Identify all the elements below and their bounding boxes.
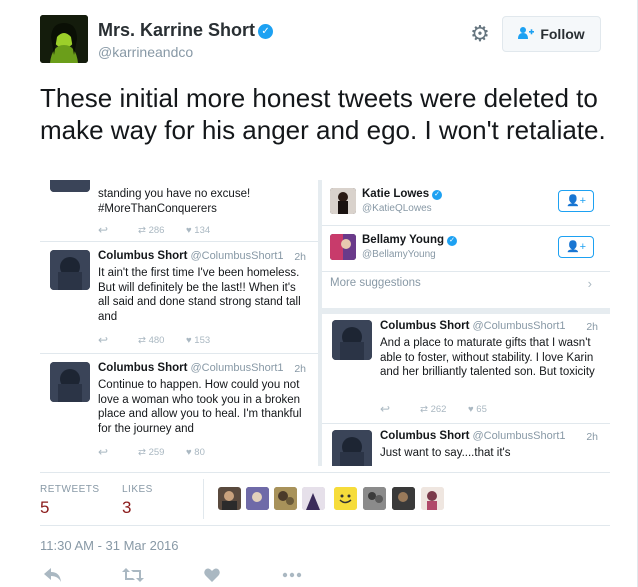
screenshot-tweet: Columbus Short @ColumbusShort1 2h And a p… <box>322 314 610 424</box>
verified-badge-icon: ✓ <box>432 190 443 200</box>
retweet-count: ⇄ 259 <box>138 446 165 458</box>
verified-badge-icon: ✓ <box>447 236 458 246</box>
retweet-count: ⇄ 286 <box>138 224 165 236</box>
suggestion-name: Katie Lowes ✓ <box>362 188 443 200</box>
author-name[interactable]: Mrs. Karrine Short ✓ <box>98 20 274 41</box>
suggestion-name: Bellamy Young ✓ <box>362 234 458 246</box>
chevron-right-icon: › <box>587 276 592 291</box>
retweet-icon[interactable] <box>122 568 144 587</box>
screenshot-tweet: standing you have no excuse! #MoreThanCo… <box>40 180 318 242</box>
suggestion-handle: @KatieQLowes <box>362 203 432 214</box>
divider <box>40 472 610 473</box>
liker-avatar[interactable] <box>218 487 241 510</box>
screenshot-avatar <box>332 320 372 360</box>
follow-button[interactable]: Follow <box>502 16 601 52</box>
reply-icon: ↩ <box>98 445 109 459</box>
liker-avatar[interactable] <box>334 487 357 510</box>
likes-label: LIKES <box>122 484 153 495</box>
follow-suggestion-icon: 👤+ <box>558 190 594 212</box>
more-icon[interactable] <box>282 568 302 587</box>
like-count: ♥ 153 <box>186 334 211 346</box>
screenshot-tweet-header: Columbus Short @ColumbusShort1 <box>98 362 284 374</box>
stats-separator <box>203 479 204 519</box>
like-icon[interactable] <box>204 568 220 587</box>
suggestion-item: Bellamy Young ✓ @BellamyYoung 👤+ <box>322 226 610 272</box>
screenshot-tweet-time: 2h <box>586 431 598 443</box>
screenshot-tweet: Columbus Short @ColumbusShort1 2h Continu… <box>40 354 318 466</box>
reply-icon[interactable] <box>44 568 62 587</box>
author-handle[interactable]: @karrineandco <box>98 44 193 60</box>
likes-stat[interactable]: LIKES 3 <box>122 484 153 518</box>
screenshot-avatar <box>50 180 90 192</box>
verified-badge-icon: ✓ <box>258 24 274 39</box>
screenshot-tweet-actions: ↩ ⇄ 262 ♥ 65 <box>380 402 580 416</box>
likes-count: 3 <box>122 498 132 517</box>
tweet-timestamp[interactable]: 11:30 AM - 31 Mar 2016 <box>40 538 179 553</box>
screenshot-avatar <box>50 362 90 402</box>
divider <box>40 525 610 526</box>
tweet-media-image[interactable]: standing you have no excuse! #MoreThanCo… <box>40 180 610 466</box>
liker-avatar[interactable] <box>363 487 386 510</box>
screenshot-avatar <box>332 430 372 466</box>
retweets-count: 5 <box>40 498 50 517</box>
retweet-count: ⇄ 480 <box>138 334 165 346</box>
suggestion-avatar <box>330 188 356 214</box>
like-count: ♥ 134 <box>186 224 211 236</box>
screenshot-avatar <box>50 250 90 290</box>
liker-avatar[interactable] <box>302 487 325 510</box>
screenshot-tweet-actions: ↩ ⇄ 286 ♥ 134 <box>98 223 298 237</box>
liker-avatar[interactable] <box>246 487 269 510</box>
reply-icon: ↩ <box>98 223 109 237</box>
author-avatar[interactable] <box>40 15 88 63</box>
liker-avatar[interactable] <box>274 487 297 510</box>
screenshot-right-column: Katie Lowes ✓ @KatieQLowes 👤+ Bellamy You… <box>322 180 610 466</box>
screenshot-tweet-header: Columbus Short @ColumbusShort1 <box>380 320 566 332</box>
reply-icon: ↩ <box>98 333 109 347</box>
screenshot-tweet-body: And a place to maturate gifts that I was… <box>380 337 595 378</box>
gear-icon[interactable]: ⚙ <box>468 22 492 46</box>
suggestion-item: Katie Lowes ✓ @KatieQLowes 👤+ <box>322 180 610 226</box>
screenshot-tweet-body: standing you have no excuse! #MoreThanCo… <box>98 188 251 215</box>
screenshot-tweet-header: Columbus Short @ColumbusShort1 <box>380 430 566 442</box>
screenshot-left-column: standing you have no excuse! #MoreThanCo… <box>40 180 318 466</box>
screenshot-tweet-body: It ain't the first time I've been homele… <box>98 267 301 323</box>
retweet-count: ⇄ 262 <box>420 403 447 415</box>
liker-avatar[interactable] <box>421 487 444 510</box>
more-suggestions-link: More suggestions <box>330 277 421 289</box>
suggestion-handle: @BellamyYoung <box>362 249 436 260</box>
screenshot-tweet-body: Just want to say....that it's <box>380 447 511 459</box>
retweets-stat[interactable]: RETWEETS 5 <box>40 484 100 518</box>
screenshot-tweet-body: Continue to happen. How could you not lo… <box>98 379 302 435</box>
follow-suggestion-icon: 👤+ <box>558 236 594 258</box>
screenshot-tweet: Columbus Short @ColumbusShort1 2h Just wa… <box>322 424 610 466</box>
screenshot-tweet-header: Columbus Short @ColumbusShort1 <box>98 250 284 262</box>
like-count: ♥ 65 <box>468 403 487 415</box>
person-plus-icon <box>518 26 535 42</box>
screenshot-tweet-time: 2h <box>294 251 306 263</box>
screenshot-tweet: Columbus Short @ColumbusShort1 2h It ain'… <box>40 242 318 354</box>
liker-avatar[interactable] <box>392 487 415 510</box>
screenshot-tweet-actions: ↩ ⇄ 259 ♥ 80 <box>98 445 298 459</box>
suggestion-avatar <box>330 234 356 260</box>
like-count: ♥ 80 <box>186 446 205 458</box>
reply-icon: ↩ <box>380 402 391 416</box>
tweet-text: These initial more honest tweets were de… <box>40 83 606 145</box>
follow-button-label: Follow <box>540 26 585 42</box>
screenshot-tweet-time: 2h <box>294 363 306 375</box>
tweet-card: Mrs. Karrine Short ✓ @karrineandco ⚙ Foll… <box>0 0 638 587</box>
screenshot-tweet-actions: ↩ ⇄ 480 ♥ 153 <box>98 333 298 347</box>
screenshot-tweet-time: 2h <box>586 321 598 333</box>
retweets-label: RETWEETS <box>40 484 100 495</box>
